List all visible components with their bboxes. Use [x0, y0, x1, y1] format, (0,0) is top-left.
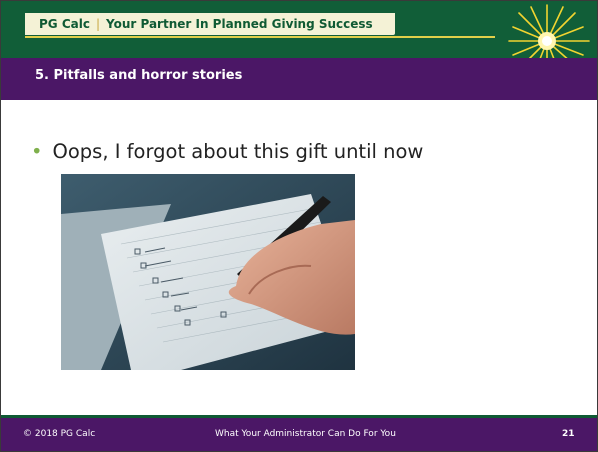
section-title-bar: 5. Pitfalls and horror stories [1, 58, 597, 100]
header-tagline: Your Partner In Planned Giving Success [106, 17, 373, 31]
footer-title: What Your Administrator Can Do For You [215, 429, 396, 439]
footer-copyright: © 2018 PG Calc [23, 429, 96, 439]
notebook-photo [61, 174, 355, 370]
bullet-text: Oops, I forgot about this gift until now [52, 140, 424, 163]
slide-footer: © 2018 PG Calc What Your Administrator C… [1, 418, 597, 451]
bullet-point: • Oops, I forgot about this gift until no… [31, 140, 423, 163]
brand-name: PG Calc [39, 17, 90, 31]
section-title: 5. Pitfalls and horror stories [35, 68, 243, 83]
slide-header: PG Calc | Your Partner In Planned Giving… [1, 1, 597, 80]
header-tag: PG Calc | Your Partner In Planned Giving… [25, 13, 395, 35]
page-number: 21 [562, 429, 575, 439]
header-separator: | [95, 17, 100, 31]
slide-frame: PG Calc | Your Partner In Planned Giving… [0, 0, 598, 452]
header-divider [25, 36, 495, 38]
notebook-photo-illustration [61, 174, 355, 370]
bullet-dot-icon: • [31, 140, 43, 163]
